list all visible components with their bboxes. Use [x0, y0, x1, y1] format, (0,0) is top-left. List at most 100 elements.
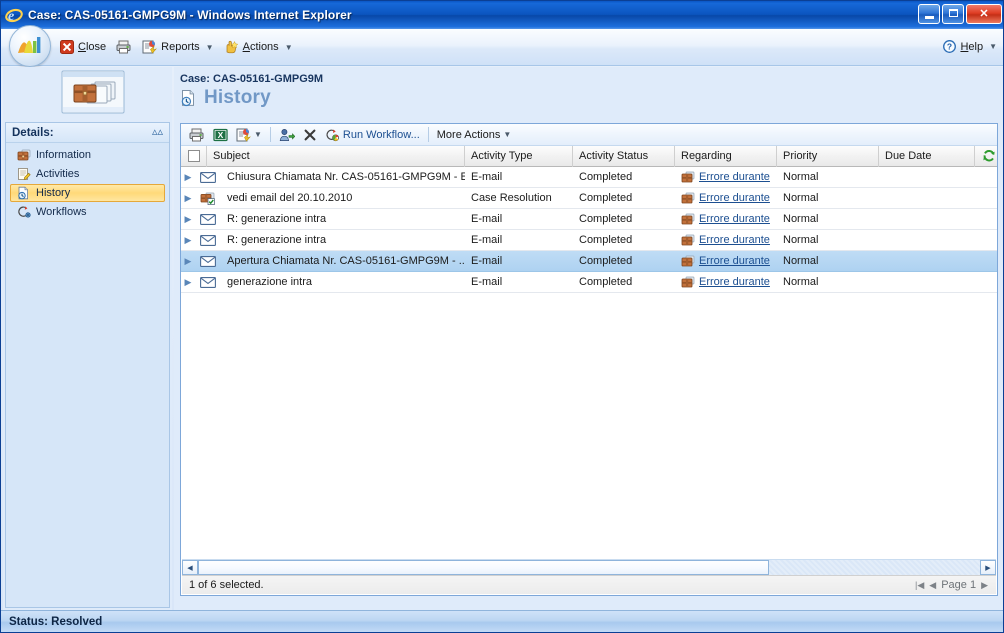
- title-bar: e Case: CAS-05161-GMPG9M - Windows Inter…: [1, 1, 1003, 29]
- history-clock-icon: [17, 186, 31, 200]
- help-button[interactable]: ? Help ▼: [943, 40, 997, 53]
- row-expander-icon[interactable]: ▶: [181, 188, 195, 208]
- cell-subject: generazione intra: [227, 276, 313, 288]
- cell-activity-status: Completed: [579, 192, 633, 204]
- prev-page-icon[interactable]: ◀: [929, 580, 936, 591]
- cell-activity-status: Completed: [579, 255, 633, 267]
- scroll-left-button[interactable]: ◀: [182, 560, 198, 575]
- chevron-up-icon[interactable]: ▵▵: [152, 127, 163, 138]
- regarding-link[interactable]: Errore durante: [699, 276, 770, 288]
- regarding-link[interactable]: Errore durante: [699, 234, 770, 246]
- cell-subject: Apertura Chiamata Nr. CAS-05161-GMPG9M -…: [227, 255, 465, 267]
- printer-icon: [189, 128, 205, 142]
- content-pane: Case: CAS-05161-GMPG9M History X ▼ Run W…: [174, 67, 1003, 610]
- actions-button[interactable]: Actions ▼: [220, 38, 299, 56]
- export-excel-button[interactable]: X: [209, 125, 232, 145]
- cell-due-date: [879, 188, 975, 208]
- minimize-button[interactable]: [918, 4, 940, 24]
- command-bar-items: Close Reports ▼ Actions ▼: [56, 38, 299, 56]
- regarding-link[interactable]: Errore durante: [699, 192, 770, 204]
- sidebar-item-information[interactable]: Information: [10, 146, 165, 164]
- minimize-icon: [925, 16, 934, 19]
- printer-icon: [116, 40, 132, 54]
- row-expander-icon[interactable]: ▶: [181, 251, 195, 271]
- status-bar: Status: Resolved: [1, 610, 1003, 632]
- row-expander-icon[interactable]: ▶: [181, 209, 195, 229]
- case-stack-icon: [681, 234, 695, 246]
- select-all-checkbox[interactable]: [187, 150, 200, 162]
- row-expander-icon[interactable]: ▶: [181, 272, 195, 292]
- cell-priority: Normal: [783, 234, 819, 246]
- run-workflow-label: Run Workflow...: [342, 128, 420, 141]
- delete-button[interactable]: [299, 125, 321, 145]
- delete-x-icon: [303, 128, 317, 142]
- scrollbar-track[interactable]: [198, 560, 980, 575]
- next-page-icon[interactable]: ▶: [981, 580, 988, 591]
- toolbar-separator: [269, 127, 271, 142]
- column-header-label: Priority: [783, 150, 818, 162]
- cell-regarding[interactable]: Errore durante: [675, 209, 777, 229]
- actions-hand-icon: [224, 40, 239, 54]
- cell-due-date: [879, 251, 975, 271]
- email-icon: [195, 251, 221, 271]
- table-row[interactable]: ▶ Chiusura Chiamata Nr. CAS-05161-GMPG9M…: [181, 167, 997, 188]
- chevron-down-icon: ▼: [989, 42, 997, 51]
- refresh-icon: [982, 149, 996, 163]
- scroll-right-button[interactable]: ▶: [980, 560, 996, 575]
- cell-due-date: [879, 230, 975, 250]
- assign-user-icon: [279, 128, 296, 142]
- table-row[interactable]: ▶ vedi email del 20.10.2010 Case Resolut…: [181, 188, 997, 209]
- regarding-link[interactable]: Errore durante: [699, 255, 770, 267]
- grid-column-headers: Subject Activity Type Activity Status Re…: [181, 145, 997, 167]
- table-row[interactable]: ▶ R: generazione intra E-mail Completed …: [181, 230, 997, 251]
- table-row[interactable]: ▶ generazione intra E-mail Completed Err…: [181, 272, 997, 293]
- row-expander-icon[interactable]: ▶: [181, 167, 195, 187]
- sidebar-item-history[interactable]: History: [10, 184, 165, 202]
- more-actions-button[interactable]: More Actions ▼: [433, 125, 516, 145]
- column-header-due-date[interactable]: Due Date: [879, 145, 975, 167]
- column-header-regarding[interactable]: Regarding: [675, 145, 777, 167]
- run-report-button[interactable]: ▼: [232, 125, 266, 145]
- scrollbar-thumb[interactable]: [198, 560, 769, 575]
- table-row[interactable]: ▶ Apertura Chiamata Nr. CAS-05161-GMPG9M…: [181, 251, 997, 272]
- reports-button[interactable]: Reports ▼: [138, 38, 219, 56]
- table-row[interactable]: ▶ R: generazione intra E-mail Completed …: [181, 209, 997, 230]
- close-window-button[interactable]: ✕: [966, 4, 1002, 24]
- case-resolution-icon: [195, 188, 221, 208]
- more-actions-label: More Actions: [436, 128, 501, 141]
- activities-notepad-icon: [17, 167, 31, 181]
- cell-regarding[interactable]: Errore durante: [675, 251, 777, 271]
- page-title: History: [204, 87, 271, 108]
- email-icon: [195, 167, 221, 187]
- grid-horizontal-scrollbar[interactable]: ◀ ▶: [182, 559, 996, 575]
- cell-regarding[interactable]: Errore durante: [675, 188, 777, 208]
- column-header-activity-status[interactable]: Activity Status: [573, 145, 675, 167]
- cell-priority: Normal: [783, 276, 819, 288]
- row-expander-icon[interactable]: ▶: [181, 230, 195, 250]
- refresh-grid-button[interactable]: [975, 146, 997, 167]
- sidebar-item-activities[interactable]: Activities: [10, 165, 165, 183]
- column-header-select-all[interactable]: [181, 145, 207, 167]
- column-header-priority[interactable]: Priority: [777, 145, 879, 167]
- cell-activity-type: E-mail: [471, 255, 503, 267]
- cell-regarding[interactable]: Errore durante: [675, 230, 777, 250]
- assign-button[interactable]: [275, 125, 299, 145]
- column-header-activity-type[interactable]: Activity Type: [465, 145, 573, 167]
- cell-regarding[interactable]: Errore durante: [675, 272, 777, 292]
- print-grid-button[interactable]: [185, 125, 209, 145]
- cell-regarding[interactable]: Errore durante: [675, 167, 777, 187]
- print-button[interactable]: [112, 38, 138, 56]
- cell-subject: R: generazione intra: [227, 234, 327, 246]
- sidebar-item-workflows[interactable]: Workflows: [10, 203, 165, 221]
- regarding-link[interactable]: Errore durante: [699, 213, 770, 225]
- first-page-icon[interactable]: |◀: [915, 580, 924, 591]
- maximize-button[interactable]: [942, 4, 964, 24]
- close-button[interactable]: Close: [56, 38, 112, 56]
- command-bar: Close Reports ▼ Actions ▼ ? Help ▼: [1, 25, 1003, 67]
- case-stack-icon: [58, 69, 130, 117]
- window-controls: ✕: [918, 4, 1002, 24]
- regarding-link[interactable]: Errore durante: [699, 171, 770, 183]
- column-header-subject[interactable]: Subject: [207, 145, 465, 167]
- status-bar-text: Status: Resolved: [9, 615, 103, 628]
- run-workflow-button[interactable]: Run Workflow...: [321, 125, 424, 145]
